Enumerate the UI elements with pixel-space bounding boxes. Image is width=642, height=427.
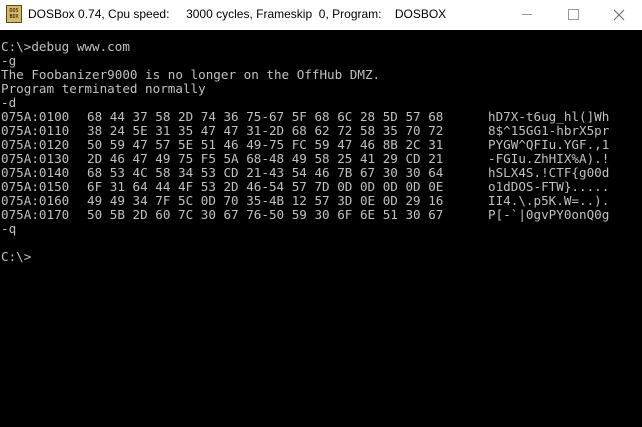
dump-ascii: PYGW^QFIu.YGF.,1 [488,137,610,152]
dump-address: 075A:0100 [1,109,70,124]
dump-ascii: II4.\.p5K.W=..). [488,193,610,208]
console-line-text: The Foobanizer9000 is no longer on the O… [1,67,381,82]
dump-row: 075A:0150 6F 31 64 44 4F 53 2D 46-54 57 … [1,180,641,194]
dump-address: 075A:0130 [1,151,70,166]
dump-ascii: o1dDOS-FTW}..... [488,179,610,194]
dump-address: 075A:0150 [1,179,70,194]
title-bar[interactable]: DOS BOX DOSBox 0.74, Cpu speed: 3000 cyc… [0,0,642,30]
dump-row: 075A:0170 50 5B 2D 60 7C 30 67 76-50 59 … [1,208,641,222]
dump-hex: 50 5B 2D 60 7C 30 67 76-50 59 30 6F 6E 5… [87,207,444,222]
dump-hex: 6F 31 64 44 4F 53 2D 46-54 57 7D 0D 0D 0… [87,179,444,194]
dump-hex: 68 53 4C 58 34 53 CD 21-43 54 46 7B 67 3… [87,165,444,180]
dump-address: 075A:0160 [1,193,70,208]
close-button[interactable] [596,0,642,30]
maximize-button[interactable] [550,0,596,30]
console-line: C:\>debug www.com [1,40,641,54]
dump-ascii: hSLX4S.!CTF{g00d [488,165,610,180]
dump-row: 075A:0100 68 44 37 58 2D 74 36 75-67 5F … [1,110,641,124]
dump-row: 075A:0140 68 53 4C 58 34 53 CD 21-43 54 … [1,166,641,180]
dump-hex: 49 49 34 7F 5C 0D 70 35-4B 12 57 3D 0E 0… [87,193,444,208]
dump-ascii: hD7X-t6ug_hl(]Wh [488,109,610,124]
console-line: -q [1,222,641,236]
console-line: -d [1,96,641,110]
console-line: -g [1,54,641,68]
dump-address: 075A:0110 [1,123,70,138]
dump-address: 075A:0170 [1,207,70,222]
close-icon [613,9,625,21]
console-line: The Foobanizer9000 is no longer on the O… [1,68,641,82]
dump-hex: 38 24 5E 31 35 47 47 31-2D 68 62 72 58 3… [87,123,444,138]
prompt-text: C:\> [1,249,32,264]
dump-hex: 50 59 47 57 5E 51 46 49-75 FC 59 47 46 8… [87,137,444,152]
maximize-icon [568,9,579,20]
console-line-text: -g [1,53,17,68]
console-line-text: -q [1,221,17,236]
dos-console[interactable]: C:\>debug www.com -g The Foobanizer9000 … [1,40,641,426]
window-title: DOSBox 0.74, Cpu speed: 3000 cycles, Fra… [28,7,447,21]
console-line-text: Program terminated normally [1,81,206,96]
dump-address: 075A:0140 [1,165,70,180]
dump-ascii: -FGIu.ZhHIX%A).! [488,151,610,166]
dump-ascii: 8$^15GG1-hbrX5pr [488,123,610,138]
dosbox-window: DOS BOX DOSBox 0.74, Cpu speed: 3000 cyc… [0,0,642,427]
console-line: Program terminated normally [1,82,641,96]
minimize-icon [522,14,532,15]
dump-row: 075A:0110 38 24 5E 31 35 47 47 31-2D 68 … [1,124,641,138]
dump-address: 075A:0120 [1,137,70,152]
command-prompt[interactable]: C:\> [1,250,641,264]
dump-ascii: P[-`|0gvPY0onQ0g [488,207,610,222]
dump-hex: 2D 46 47 49 75 F5 5A 68-48 49 58 25 41 2… [87,151,444,166]
app-icon-text: DOS BOX [9,8,19,20]
console-line-text: C:\>debug www.com [1,39,130,54]
minimize-button[interactable] [504,0,550,30]
console-line-text: -d [1,95,17,110]
dump-hex: 68 44 37 58 2D 74 36 75-67 5F 68 6C 28 5… [87,109,444,124]
dump-row: 075A:0120 50 59 47 57 5E 51 46 49-75 FC … [1,138,641,152]
dump-row: 075A:0130 2D 46 47 49 75 F5 5A 68-48 49 … [1,152,641,166]
dosbox-app-icon[interactable]: DOS BOX [6,5,22,23]
dump-row: 075A:0160 49 49 34 7F 5C 0D 70 35-4B 12 … [1,194,641,208]
